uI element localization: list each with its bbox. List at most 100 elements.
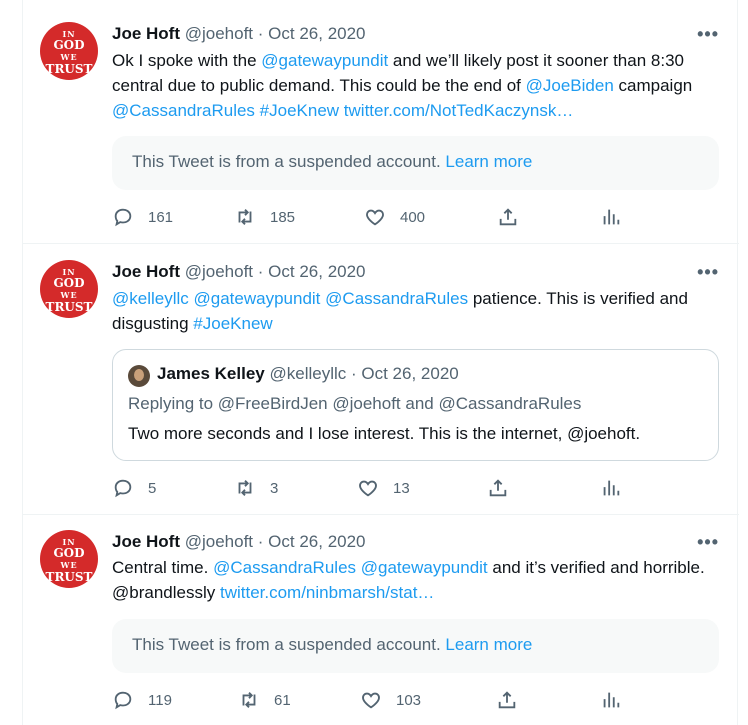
timeline: IN GOD WE TRUST Joe Hoft @joehoft · Oct … xyxy=(22,0,739,725)
retweet-icon xyxy=(242,692,256,708)
analytics-button[interactable] xyxy=(600,688,622,712)
mention-link[interactable]: @gatewaypundit xyxy=(194,289,321,308)
quote-avatar xyxy=(128,365,150,387)
tweet-text: @kelleyllc @gatewaypundit @CassandraRule… xyxy=(112,286,722,336)
retweet-icon xyxy=(238,480,252,496)
reply-button[interactable]: 5 xyxy=(112,476,156,500)
mention-link[interactable]: @CassandraRules xyxy=(112,101,255,120)
url-link[interactable]: twitter.com/NotTedKaczynsk… xyxy=(344,101,574,120)
tweet-actions: 119 61 103 xyxy=(112,688,632,712)
retweet-button[interactable]: 61 xyxy=(238,688,291,712)
like-count: 103 xyxy=(396,691,422,709)
reply-count: 119 xyxy=(148,691,172,709)
avatar-text: WE xyxy=(60,290,78,300)
author-handle[interactable]: @joehoft xyxy=(185,262,253,281)
quote-author-name: James Kelley xyxy=(157,364,265,383)
reply-button[interactable]: 119 xyxy=(112,688,172,712)
share-icon xyxy=(489,479,507,497)
tweet[interactable]: IN GOD WE TRUST Joe Hoft @joehoft · Oct … xyxy=(23,0,739,244)
mention-link[interactable]: @CassandraRules xyxy=(213,558,356,577)
like-icon xyxy=(359,480,377,497)
tweet-date[interactable]: · Oct 26, 2020 xyxy=(258,262,366,281)
text: Central time. xyxy=(112,558,214,577)
tweet-date[interactable]: · Oct 26, 2020 xyxy=(258,532,366,551)
analytics-icon xyxy=(603,209,620,225)
mention-link[interactable]: @kelleyllc xyxy=(112,289,189,308)
tweet-actions: 5 3 13 xyxy=(112,476,632,500)
avatar-text: WE xyxy=(60,560,78,570)
share-icon xyxy=(498,691,516,709)
suspended-text: This Tweet is from a suspended account. xyxy=(132,635,446,654)
tweet-actions: 161 185 400 xyxy=(112,205,632,229)
hashtag-link[interactable]: #JoeKnew xyxy=(260,101,339,120)
tweet-header: Joe Hoft @joehoft · Oct 26, 2020 xyxy=(112,24,366,44)
suspended-text: This Tweet is from a suspended account. xyxy=(132,152,446,171)
more-icon[interactable]: ••• xyxy=(697,24,719,45)
author-name[interactable]: Joe Hoft xyxy=(112,24,180,43)
retweet-button[interactable]: 185 xyxy=(234,205,295,229)
mention-link[interactable]: @CassandraRules xyxy=(325,289,468,308)
reply-button[interactable]: 161 xyxy=(112,205,173,229)
quote-date: · Oct 26, 2020 xyxy=(351,364,459,383)
avatar-text: GOD xyxy=(53,38,85,52)
hashtag-link[interactable]: #JoeKnew xyxy=(193,314,272,333)
learn-more-link[interactable]: Learn more xyxy=(445,635,532,654)
avatar[interactable]: IN GOD WE TRUST xyxy=(40,530,98,588)
author-handle[interactable]: @joehoft xyxy=(185,532,253,551)
quote-reply-context: Replying to @FreeBirdJen @joehoft and @C… xyxy=(128,394,582,413)
tweet-text: Central time. @CassandraRules @gatewaypu… xyxy=(112,555,722,605)
avatar-text: TRUST xyxy=(45,62,93,76)
reply-count: 5 xyxy=(148,479,157,497)
tweet[interactable]: IN GOD WE TRUST Joe Hoft @joehoft · Oct … xyxy=(23,244,739,515)
quote-header: James Kelley @kelleyllc · Oct 26, 2020 xyxy=(157,364,459,384)
retweet-count: 61 xyxy=(274,691,291,709)
author-name[interactable]: Joe Hoft xyxy=(112,262,180,281)
learn-more-link[interactable]: Learn more xyxy=(445,152,532,171)
avatar-text: TRUST xyxy=(45,570,93,584)
mention-link[interactable]: @JoeBiden xyxy=(526,76,614,95)
retweet-count: 3 xyxy=(270,479,279,497)
quoted-tweet[interactable]: James Kelley @kelleyllc · Oct 26, 2020 R… xyxy=(112,349,719,461)
more-icon[interactable]: ••• xyxy=(697,262,719,283)
share-button[interactable] xyxy=(496,688,518,712)
avatar-text: GOD xyxy=(53,546,85,560)
url-link[interactable]: twitter.com/ninbmarsh/stat… xyxy=(220,583,434,602)
tweet-date[interactable]: · Oct 26, 2020 xyxy=(258,24,366,43)
like-button[interactable]: 400 xyxy=(364,205,425,229)
like-count: 13 xyxy=(393,479,410,497)
reply-icon xyxy=(114,691,132,710)
retweet-icon xyxy=(238,209,252,225)
like-button[interactable]: 103 xyxy=(360,688,421,712)
tweet[interactable]: IN GOD WE TRUST Joe Hoft @joehoft · Oct … xyxy=(23,515,739,725)
tweet-header: Joe Hoft @joehoft · Oct 26, 2020 xyxy=(112,532,366,552)
text: Ok I spoke with the xyxy=(112,51,262,70)
avatar-text: GOD xyxy=(53,276,85,290)
analytics-button[interactable] xyxy=(600,205,622,229)
quote-author-handle: @kelleyllc xyxy=(269,364,347,383)
like-button[interactable]: 13 xyxy=(357,476,410,500)
retweet-button[interactable]: 3 xyxy=(234,476,278,500)
like-icon xyxy=(366,209,384,226)
avatar[interactable]: IN GOD WE TRUST xyxy=(40,22,98,80)
analytics-button[interactable] xyxy=(600,476,622,500)
suspended-notice: This Tweet is from a suspended account. … xyxy=(112,619,719,673)
mention-link[interactable]: @gatewaypundit xyxy=(261,51,388,70)
retweet-count: 185 xyxy=(270,208,296,226)
avatar[interactable]: IN GOD WE TRUST xyxy=(40,260,98,318)
analytics-icon xyxy=(603,692,620,708)
tweet-header: Joe Hoft @joehoft · Oct 26, 2020 xyxy=(112,262,366,282)
share-button[interactable] xyxy=(487,476,509,500)
quote-text: Two more seconds and I lose interest. Th… xyxy=(128,424,641,443)
author-name[interactable]: Joe Hoft xyxy=(112,532,180,551)
reply-icon xyxy=(114,208,132,227)
like-icon xyxy=(362,692,380,709)
share-button[interactable] xyxy=(497,205,519,229)
more-icon[interactable]: ••• xyxy=(697,532,719,553)
share-icon xyxy=(499,208,517,226)
like-count: 400 xyxy=(400,208,426,226)
mention-link[interactable]: @gatewaypundit xyxy=(361,558,488,577)
analytics-icon xyxy=(603,480,620,496)
reply-count: 161 xyxy=(148,208,174,226)
author-handle[interactable]: @joehoft xyxy=(185,24,253,43)
suspended-notice: This Tweet is from a suspended account. … xyxy=(112,136,719,190)
